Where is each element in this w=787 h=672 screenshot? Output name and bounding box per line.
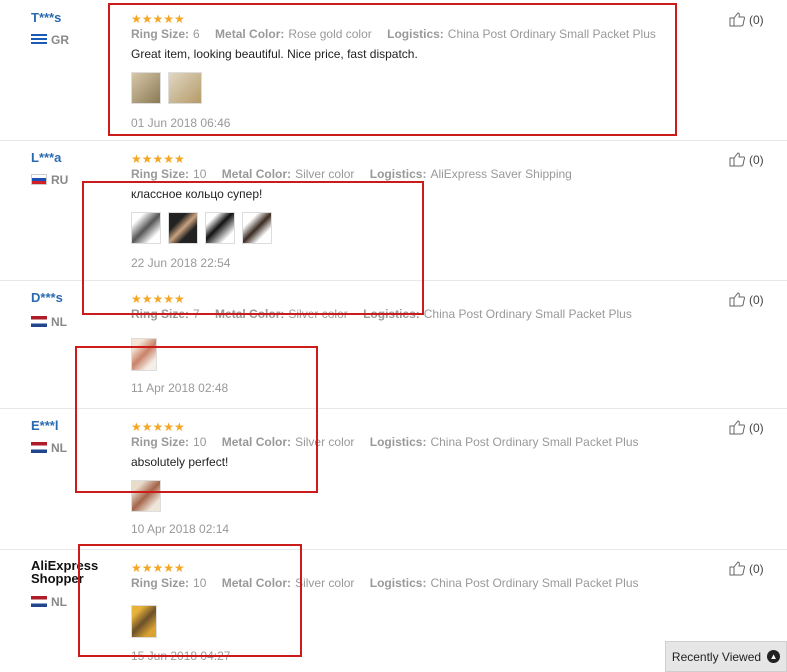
logistics-value: AliExpress Saver Shipping [430, 167, 572, 181]
recently-viewed-label: Recently Viewed [671, 649, 762, 664]
flag-gr-icon [31, 34, 47, 45]
helpful-button[interactable]: (0) [729, 292, 764, 307]
reviewer-name[interactable]: L***a [31, 150, 61, 165]
reviewer-name[interactable]: T***s [31, 10, 61, 25]
reviewer-country: RU [31, 173, 68, 187]
reviewer-country: NL [31, 315, 67, 329]
country-code: NL [51, 441, 67, 455]
highlight-box [108, 3, 677, 136]
helpful-count: (0) [749, 292, 764, 307]
flag-ru-icon [31, 174, 47, 185]
helpful-button[interactable]: (0) [729, 152, 764, 167]
highlight-box [82, 181, 424, 315]
helpful-button[interactable]: (0) [729, 12, 764, 27]
helpful-count: (0) [749, 420, 764, 435]
logistics-label: Logistics: [369, 576, 427, 590]
helpful-count: (0) [749, 12, 764, 27]
ring-size-value: 10 [193, 167, 207, 181]
flag-nl-icon [31, 442, 47, 453]
recently-viewed-button[interactable]: Recently Viewed ▲ [665, 641, 787, 672]
highlight-box [78, 544, 302, 657]
reviewer-country: NL [31, 441, 67, 455]
helpful-button[interactable]: (0) [729, 420, 764, 435]
country-code: NL [51, 595, 67, 609]
chevron-up-icon: ▲ [767, 650, 781, 663]
metal-color-value: Silver color [295, 576, 355, 590]
thumbs-up-icon [729, 12, 745, 27]
reviewer-country: NL [31, 595, 67, 609]
flag-nl-icon [31, 596, 47, 607]
helpful-count: (0) [749, 152, 764, 167]
reviewer-country: GR [31, 33, 69, 47]
country-code: GR [51, 33, 69, 47]
metal-color-label: Metal Color: [221, 167, 292, 181]
logistics-value: China Post Ordinary Small Packet Plus [423, 307, 632, 321]
logistics-value: China Post Ordinary Small Packet Plus [430, 576, 639, 590]
ring-size-label: Ring Size: [131, 167, 190, 181]
logistics-label: Logistics: [369, 435, 427, 449]
thumbs-up-icon [729, 561, 745, 576]
thumbs-up-icon [729, 420, 745, 435]
review-meta: Ring Size: 10 Metal Color: Silver color Lo… [131, 167, 572, 181]
logistics-value: China Post Ordinary Small Packet Plus [430, 435, 639, 449]
thumbs-up-icon [729, 152, 745, 167]
thumbs-up-icon [729, 292, 745, 307]
country-code: NL [51, 315, 67, 329]
review-date: 10 Apr 2018 02:14 [131, 522, 230, 536]
reviewer-name[interactable]: D***s [31, 290, 63, 305]
metal-color-value: Silver color [295, 167, 355, 181]
highlight-box [75, 346, 318, 493]
helpful-count: (0) [749, 561, 764, 576]
flag-nl-icon [31, 316, 47, 327]
country-code: RU [51, 173, 69, 187]
logistics-label: Logistics: [369, 167, 427, 181]
helpful-button[interactable]: (0) [729, 561, 764, 576]
reviewer-name[interactable]: E***l [31, 418, 58, 433]
star-rating: ★★★★★ [131, 152, 185, 166]
